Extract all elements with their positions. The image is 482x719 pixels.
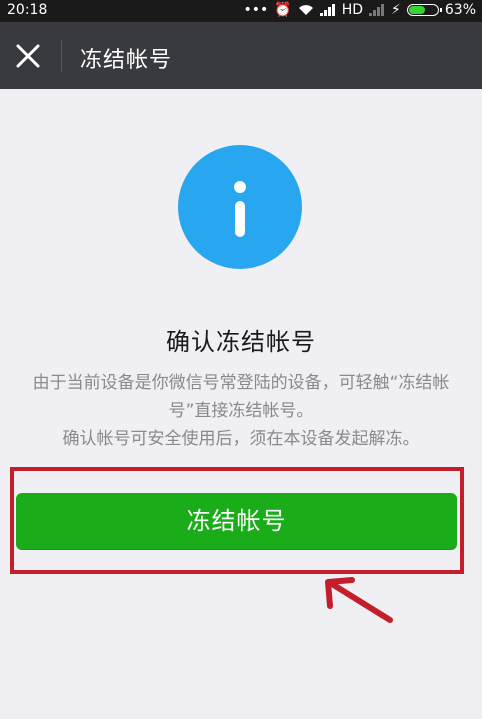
confirm-heading: 确认冻结帐号 bbox=[166, 328, 316, 356]
title-bar: 冻结帐号 bbox=[0, 22, 482, 89]
alarm-icon: ⏰ bbox=[274, 2, 292, 18]
title-divider bbox=[61, 40, 62, 72]
status-time: 20:18 bbox=[7, 2, 48, 18]
description: 由于当前设备是你微信号常登陆的设备，可轻触“冻结帐号”直接冻结帐号。 确认帐号可… bbox=[22, 369, 460, 453]
status-bar: 20:18 ••• ⏰ HD ⚡ 63% bbox=[0, 0, 482, 22]
charging-icon: ⚡ bbox=[391, 2, 401, 18]
battery-icon bbox=[406, 4, 442, 16]
annotation-arrow-icon bbox=[325, 577, 393, 623]
close-icon[interactable] bbox=[14, 42, 42, 70]
wifi-icon bbox=[298, 5, 313, 15]
description-line-1: 由于当前设备是你微信号常登陆的设备，可轻触“冻结帐号”直接冻结帐号。 bbox=[32, 373, 450, 421]
info-icon bbox=[178, 145, 302, 269]
dots-icon: ••• bbox=[243, 2, 269, 18]
network-label: HD bbox=[341, 2, 364, 18]
page-title: 冻结帐号 bbox=[80, 48, 173, 73]
status-icons: ••• ⏰ HD ⚡ 63% bbox=[244, 2, 477, 18]
battery-percent: 63% bbox=[444, 2, 476, 18]
freeze-account-button[interactable]: 冻结帐号 bbox=[16, 493, 457, 549]
signal-icon bbox=[319, 4, 335, 16]
description-line-2: 确认帐号可安全使用后，须在本设备发起解冻。 bbox=[62, 429, 420, 449]
signal-weak-icon bbox=[369, 4, 385, 16]
